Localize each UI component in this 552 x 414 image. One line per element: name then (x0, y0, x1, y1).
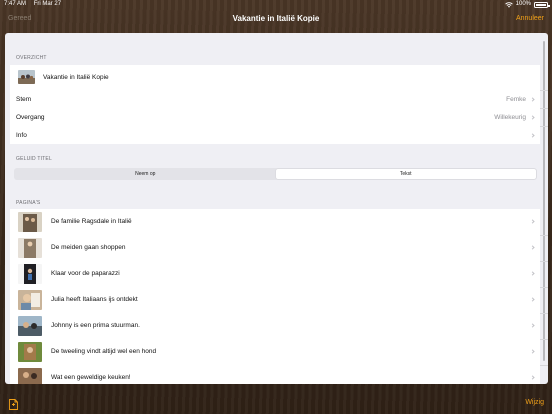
page-title: De tweeling vindt altijd wel een hond (51, 348, 157, 355)
page-thumbnail (18, 212, 42, 232)
battery-percent: 100% (515, 1, 531, 7)
navigation-bar: Gereed Vakantie in Italië Kopie Annuleer (0, 9, 552, 31)
page-title: Vakantie in Italië Kopie (232, 14, 320, 23)
page-title: Julia heeft Italiaans ijs ontdekt (51, 296, 138, 303)
segment-record[interactable]: Neem op (15, 169, 276, 179)
page-row[interactable]: Johnny is een prima stuurman. (10, 313, 540, 339)
chevron-right-icon (530, 96, 535, 102)
page-thumbnail (18, 264, 42, 284)
project-title: Vakantie in Italië Kopie (43, 74, 109, 81)
page-thumbnail (18, 316, 42, 336)
voice-label: Stem (16, 96, 32, 103)
project-title-row[interactable]: Vakantie in Italië Kopie (10, 65, 540, 90)
page-title: De meiden gaan shoppen (51, 244, 126, 251)
info-label: Info (16, 132, 27, 139)
page-title: Wat een geweldige keuken! (51, 374, 131, 381)
page-thumbnail (18, 290, 42, 310)
page-row[interactable]: De familie Ragsdale in Italië (10, 209, 540, 235)
page-thumbnail (18, 342, 42, 362)
status-date: Fri Mar 27 (33, 1, 62, 7)
cancel-button[interactable]: Annuleer (516, 15, 544, 22)
battery-icon (534, 2, 550, 8)
section-header-overview: OVERZICHT (16, 55, 47, 61)
status-time: 7:47 AM (4, 1, 27, 7)
page-title: Johnny is een prima stuurman. (51, 322, 140, 329)
settings-sheet: OVERZICHT Vakantie in Italië Kopie Stem … (5, 33, 548, 384)
chevron-right-icon (530, 271, 535, 276)
edit-button[interactable]: Wijzig (525, 399, 544, 406)
document-icon[interactable] (9, 399, 18, 410)
page-row[interactable]: Julia heeft Italiaans ijs ontdekt (10, 287, 540, 313)
info-row[interactable]: Info (10, 126, 540, 144)
page-thumbnail (18, 238, 42, 258)
page-row[interactable]: Klaar voor de paparazzi (10, 261, 540, 287)
chevron-right-icon (530, 297, 535, 302)
chevron-right-icon (530, 323, 535, 328)
transition-value: Willekeurig (494, 114, 526, 121)
wifi-icon (504, 1, 513, 8)
page-row[interactable]: Wat een geweldige keuken! (10, 365, 540, 384)
transition-label: Overgang (16, 114, 45, 121)
chevron-right-icon (530, 245, 535, 250)
bottom-toolbar: Wijzig (0, 386, 552, 414)
status-bar: 7:47 AM Fri Mar 27 100% (0, 0, 552, 9)
chevron-right-icon (530, 114, 535, 120)
segment-text[interactable]: Tekst (275, 169, 536, 179)
page-row[interactable]: De meiden gaan shoppen (10, 235, 540, 261)
voice-value: Femke (506, 96, 526, 103)
project-thumbnail (18, 70, 35, 84)
page-row[interactable]: De tweeling vindt altijd wel een hond (10, 339, 540, 365)
transition-row[interactable]: Overgang Willekeurig (10, 108, 540, 126)
page-title: Klaar voor de paparazzi (51, 270, 120, 277)
page-thumbnail (18, 368, 42, 384)
section-header-sound-title: GELUID TITEL (16, 156, 52, 162)
voice-row[interactable]: Stem Femke (10, 90, 540, 108)
sound-title-segmented-control: Neem op Tekst (14, 168, 537, 180)
chevron-right-icon (530, 219, 535, 224)
chevron-right-icon (530, 349, 535, 354)
section-header-pages: PAGINA'S (16, 200, 41, 206)
page-title: De familie Ragsdale in Italië (51, 218, 132, 225)
chevron-right-icon (530, 132, 535, 138)
chevron-right-icon (530, 375, 535, 380)
